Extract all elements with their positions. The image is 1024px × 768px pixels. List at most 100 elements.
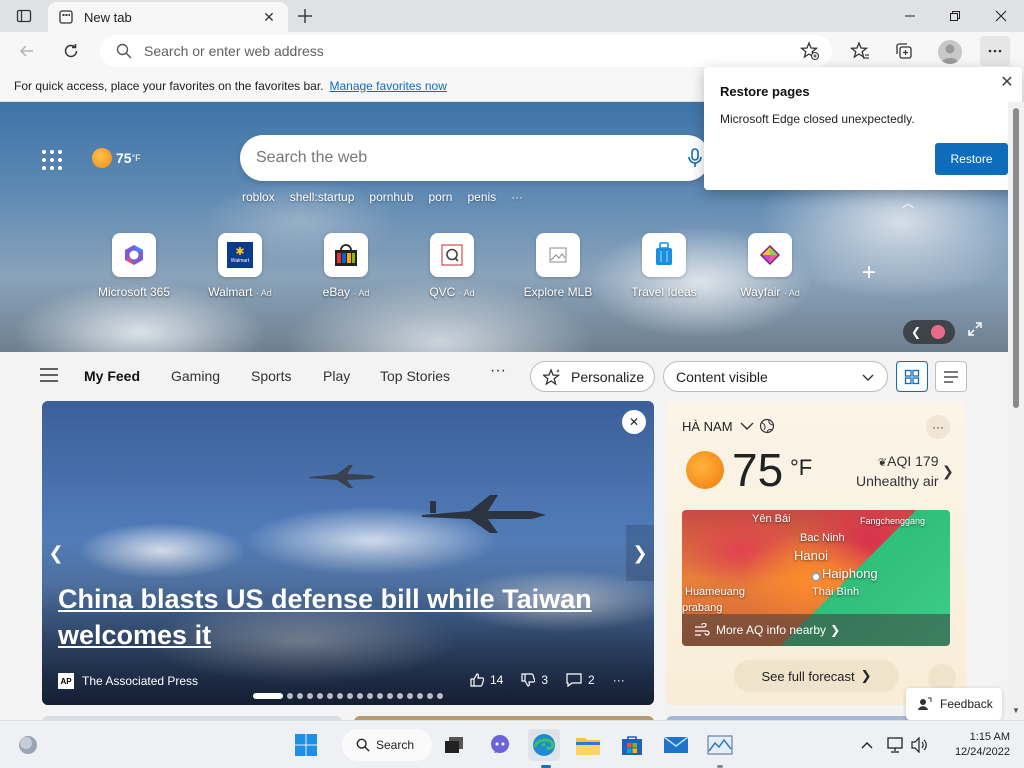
content-visibility-select[interactable]: Content visible <box>663 361 888 392</box>
tab-sports[interactable]: Sports <box>251 368 291 384</box>
collections-button[interactable] <box>889 36 919 66</box>
tab-top-stories[interactable]: Top Stories <box>380 368 450 384</box>
carousel-dot[interactable] <box>437 693 443 699</box>
globe-icon[interactable] <box>759 418 775 434</box>
favorites-button[interactable] <box>845 36 875 66</box>
hamburger-menu-icon[interactable] <box>40 368 58 382</box>
new-tab-button[interactable] <box>292 4 318 28</box>
back-button[interactable] <box>12 36 42 66</box>
carousel-dot[interactable] <box>367 693 373 699</box>
start-button[interactable] <box>290 729 322 761</box>
tab-play[interactable]: Play <box>323 368 350 384</box>
trending-more-button[interactable]: ··· <box>511 190 523 204</box>
widgets-button[interactable] <box>12 729 44 761</box>
chevron-right-icon[interactable]: ❯ <box>942 463 954 480</box>
close-icon[interactable]: ✕ <box>622 410 646 434</box>
feed-more-button[interactable]: ··· <box>490 362 506 380</box>
hero-weather[interactable]: 75 °F <box>92 148 141 168</box>
image-viewer-button[interactable] <box>704 729 736 761</box>
microphone-icon[interactable] <box>686 148 704 168</box>
trending-item[interactable]: shell:startup <box>290 190 355 204</box>
tab-new-tab[interactable]: New tab ✕ <box>48 2 288 32</box>
carousel-dot[interactable] <box>327 693 333 699</box>
refresh-button[interactable] <box>56 36 86 66</box>
trending-item[interactable]: penis <box>467 190 496 204</box>
expand-icon[interactable] <box>968 322 982 339</box>
tab-my-feed[interactable]: My Feed <box>84 368 140 384</box>
minimize-button[interactable] <box>887 0 933 32</box>
close-window-button[interactable] <box>978 0 1024 32</box>
carousel-dot[interactable] <box>387 693 393 699</box>
carousel-dot[interactable] <box>287 693 293 699</box>
quick-link-microsoft-365[interactable]: Microsoft 365 <box>90 233 178 299</box>
chevron-right-icon[interactable]: ❯ <box>626 525 654 581</box>
article-source[interactable]: AP The Associated Press <box>58 673 198 689</box>
profile-avatar[interactable] <box>938 40 962 64</box>
air-quality-map[interactable]: Yên Bái Fangchenggang Bac Ninh Hanoi Hai… <box>682 510 950 646</box>
web-search-input[interactable] <box>256 149 666 167</box>
carousel-dot[interactable] <box>397 693 403 699</box>
tab-gaming[interactable]: Gaming <box>171 368 220 384</box>
trending-item[interactable]: porn <box>428 190 452 204</box>
manage-favorites-link[interactable]: Manage favorites now <box>329 79 446 93</box>
more-aq-link[interactable]: More AQ info nearby ❯ <box>682 614 950 646</box>
task-view-button[interactable] <box>438 729 470 761</box>
file-explorer-button[interactable] <box>572 729 604 761</box>
quick-link-explore-mlb[interactable]: Explore MLB <box>514 233 602 299</box>
image-info-icon[interactable] <box>931 325 946 339</box>
edge-taskbar-button[interactable] <box>528 729 560 761</box>
volume-button[interactable] <box>908 729 930 761</box>
quick-link-ebay[interactable]: eBay · Ad <box>302 233 390 299</box>
carousel-dot[interactable] <box>377 693 383 699</box>
scrollbar-thumb[interactable] <box>1013 108 1019 408</box>
weather-more-button[interactable]: ··· <box>926 415 950 439</box>
tab-close-icon[interactable]: ✕ <box>260 8 278 26</box>
article-more-button[interactable]: ··· <box>613 673 625 687</box>
like-button[interactable]: 14 <box>470 673 503 687</box>
trending-item[interactable]: roblox <box>242 190 275 204</box>
taskbar-search[interactable]: Search <box>342 729 432 761</box>
dislike-button[interactable]: 3 <box>521 673 548 687</box>
address-bar[interactable] <box>100 35 832 67</box>
web-search-box[interactable] <box>240 135 710 181</box>
list-layout-button[interactable] <box>935 361 967 392</box>
carousel-dot[interactable] <box>417 693 423 699</box>
chevron-left-icon[interactable]: ❮ <box>42 525 70 581</box>
feedback-button[interactable]: Feedback <box>906 688 1002 720</box>
carousel-dot[interactable] <box>407 693 413 699</box>
mail-button[interactable] <box>660 729 692 761</box>
app-launcher-icon[interactable] <box>40 148 64 172</box>
grid-layout-button[interactable] <box>896 361 928 392</box>
air-quality[interactable]: ❦AQI 179 Unhealthy air <box>856 453 939 489</box>
restore-window-button[interactable] <box>932 0 978 32</box>
store-button[interactable] <box>616 729 648 761</box>
teams-chat-button[interactable] <box>484 729 516 761</box>
restore-button[interactable]: Restore <box>935 143 1008 175</box>
quick-link-qvc[interactable]: QVC · Ad <box>408 233 496 299</box>
carousel-dot[interactable] <box>357 693 363 699</box>
address-input[interactable] <box>144 43 764 59</box>
system-clock[interactable]: 1:15 AM 12/24/2022 <box>940 730 1010 760</box>
weather-location[interactable]: HÀ NAM <box>682 418 775 434</box>
page-scrollbar[interactable]: ▼ <box>1008 102 1024 728</box>
carousel-dot-active[interactable] <box>253 693 283 699</box>
scroll-down-arrow-icon[interactable]: ▼ <box>1012 706 1020 715</box>
quick-link-travel-ideas[interactable]: Travel Ideas <box>620 233 708 299</box>
featured-article-card[interactable]: ✕ ❮ ❯ China blasts US defense bill while… <box>42 401 654 705</box>
carousel-dot[interactable] <box>317 693 323 699</box>
carousel-dot[interactable] <box>297 693 303 699</box>
close-icon[interactable]: ✕ <box>998 73 1016 91</box>
tray-overflow-button[interactable] <box>856 729 878 761</box>
trending-item[interactable]: pornhub <box>369 190 413 204</box>
carousel-dot[interactable] <box>347 693 353 699</box>
carousel-dot[interactable] <box>427 693 433 699</box>
personalize-button[interactable]: Personalize <box>530 361 655 392</box>
comments-button[interactable]: 2 <box>566 673 595 687</box>
quick-link-walmart[interactable]: ✱ Walmart Walmart · Ad <box>196 233 284 299</box>
add-quick-link-icon[interactable]: + <box>862 259 876 287</box>
quick-link-wayfair[interactable]: Wayfair · Ad <box>726 233 814 299</box>
see-full-forecast-button[interactable]: See full forecast ❯ <box>734 660 899 692</box>
chevron-left-icon[interactable]: ❮ <box>911 325 921 339</box>
collapse-up-icon[interactable]: ︿ <box>902 194 914 211</box>
add-favorite-button[interactable] <box>795 36 825 66</box>
